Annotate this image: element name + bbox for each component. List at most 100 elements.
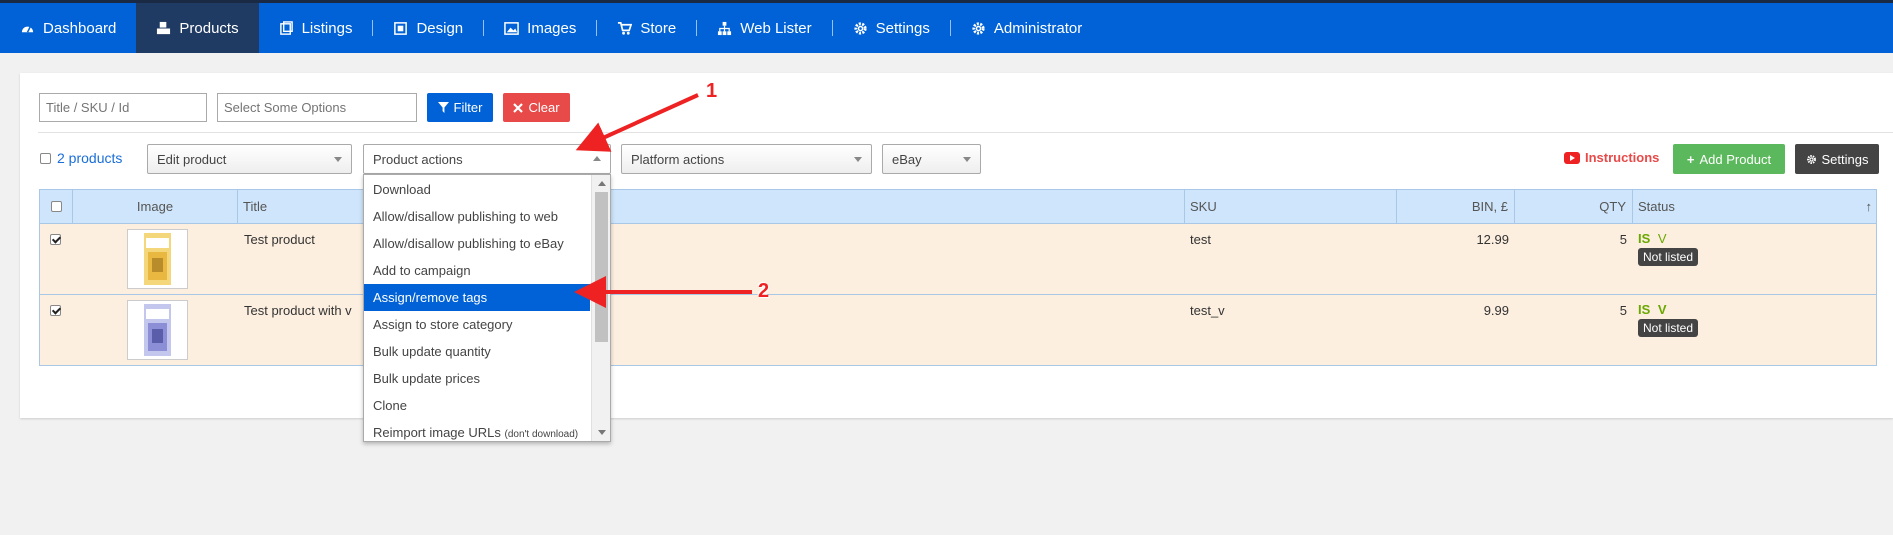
filter-button[interactable]: Filter xyxy=(427,93,493,122)
nav-label: Products xyxy=(179,19,239,37)
filter-button-label: Filter xyxy=(453,100,483,115)
header-bin[interactable]: BIN, £ xyxy=(1397,190,1515,223)
instructions-link[interactable]: Instructions xyxy=(1564,150,1659,165)
nav-dashboard[interactable]: Dashboard xyxy=(0,3,136,53)
top-navbar: Dashboard Products Listings Design Image… xyxy=(0,0,1893,53)
sort-arrow-icon[interactable]: ↑ xyxy=(1866,190,1873,223)
select-all-products-checkbox[interactable] xyxy=(40,153,51,164)
header-status[interactable]: Status ↑ xyxy=(1633,190,1876,223)
nav-label: Design xyxy=(416,19,464,37)
options-select-input[interactable] xyxy=(217,93,417,122)
gear-icon xyxy=(1806,154,1816,164)
platform-actions-select-value: Platform actions xyxy=(631,151,725,167)
status-badge: Not listed xyxy=(1638,319,1699,337)
nav-administrator[interactable]: Administrator xyxy=(951,3,1102,53)
table-row[interactable]: Test product with v test_v 9.99 5 IS V N… xyxy=(40,295,1876,366)
product-status: IS V Not listed xyxy=(1638,231,1699,266)
platform-select[interactable]: eBay xyxy=(882,144,981,174)
clear-button-label: Clear xyxy=(528,100,560,115)
plus-icon: + xyxy=(1686,151,1695,167)
nav-web-lister[interactable]: Web Lister xyxy=(697,3,831,53)
listings-icon xyxy=(279,20,293,35)
dashboard-icon xyxy=(21,25,34,33)
dropdown-item-bulk-prices[interactable]: Bulk update prices xyxy=(364,365,590,392)
scrollbar-thumb[interactable] xyxy=(595,192,608,342)
nav-label: Listings xyxy=(301,19,353,37)
cubes-icon xyxy=(157,21,171,34)
cart-icon xyxy=(618,21,633,35)
product-title[interactable]: Test product xyxy=(244,232,315,247)
nav-label: Settings xyxy=(875,19,930,37)
header-select-all-checkbox[interactable] xyxy=(51,201,62,212)
dropdown-item-assign-tags[interactable]: Assign/remove tags xyxy=(364,284,590,311)
main-nav: Dashboard Products Listings Design Image… xyxy=(0,3,1102,53)
clear-button[interactable]: Clear xyxy=(503,93,570,122)
product-count-link[interactable]: 2 products xyxy=(57,150,122,166)
dropdown-scrollbar[interactable] xyxy=(591,175,610,441)
title-sku-search-input[interactable] xyxy=(39,93,207,122)
product-thumbnail[interactable] xyxy=(127,300,188,360)
chevron-down-icon xyxy=(854,157,862,162)
nav-products[interactable]: Products xyxy=(136,3,259,53)
dropdown-item-download[interactable]: Download xyxy=(364,176,590,203)
youtube-icon xyxy=(1564,151,1580,164)
platform-actions-select[interactable]: Platform actions xyxy=(621,144,872,174)
header-status-label: Status xyxy=(1638,199,1675,214)
gear-icon xyxy=(854,21,867,35)
reimport-note: (don't download) xyxy=(504,429,579,440)
reimport-label: Reimport image URLs xyxy=(373,425,501,440)
dropdown-item-clone[interactable]: Clone xyxy=(364,392,590,419)
product-status: IS V Not listed xyxy=(1638,302,1699,337)
dropdown-item-publish-ebay[interactable]: Allow/disallow publishing to eBay xyxy=(364,230,590,257)
product-title[interactable]: Test product with v xyxy=(244,303,352,318)
row-checkbox[interactable] xyxy=(50,305,61,316)
product-bin-price: 12.99 xyxy=(1476,232,1509,247)
dropdown-item-store-category[interactable]: Assign to store category xyxy=(364,311,590,338)
nav-store[interactable]: Store xyxy=(597,3,696,53)
table-header: Image Title SKU BIN, £ QTY Status ↑ xyxy=(40,190,1876,224)
header-sku[interactable]: SKU xyxy=(1185,190,1397,223)
nav-design[interactable]: Design xyxy=(373,3,483,53)
dropdown-item-add-campaign[interactable]: Add to campaign xyxy=(364,257,590,284)
header-qty[interactable]: QTY xyxy=(1515,190,1633,223)
dropdown-item-reimport-images[interactable]: Reimport image URLs (don't download) xyxy=(364,419,590,446)
platform-select-value: eBay xyxy=(892,151,922,167)
settings-button[interactable]: Settings xyxy=(1795,144,1879,174)
table-row[interactable]: Test product test 12.99 5 IS V Not liste… xyxy=(40,224,1876,295)
product-image-icon xyxy=(144,304,171,356)
nav-images[interactable]: Images xyxy=(484,3,596,53)
settings-button-label: Settings xyxy=(1821,151,1869,167)
dropdown-item-publish-web[interactable]: Allow/disallow publishing to web xyxy=(364,203,590,230)
product-sku: test xyxy=(1190,232,1211,247)
product-bin-price: 9.99 xyxy=(1483,303,1509,318)
product-actions-select[interactable]: Product actions xyxy=(363,144,611,174)
nav-settings[interactable]: Settings xyxy=(833,3,950,53)
chevron-down-icon xyxy=(334,157,342,162)
product-actions-select-value: Product actions xyxy=(373,151,463,167)
add-product-label: Add Product xyxy=(1699,151,1772,167)
dropdown-item-bulk-quantity[interactable]: Bulk update quantity xyxy=(364,338,590,365)
add-product-button[interactable]: + Add Product xyxy=(1673,144,1785,174)
status-v: V xyxy=(1657,302,1667,317)
product-sku: test_v xyxy=(1190,303,1225,318)
annotation-number-1: 1 xyxy=(706,80,718,102)
row-checkbox[interactable] xyxy=(50,234,61,245)
product-thumbnail[interactable] xyxy=(127,229,188,289)
image-icon xyxy=(504,21,519,35)
header-image[interactable]: Image xyxy=(73,190,238,223)
status-v: V xyxy=(1657,231,1667,246)
nav-label: Dashboard xyxy=(43,19,117,37)
close-icon xyxy=(513,102,524,113)
product-qty: 5 xyxy=(1619,232,1627,247)
edit-product-select[interactable]: Edit product xyxy=(147,144,352,174)
product-actions-dropdown[interactable]: Download Allow/disallow publishing to we… xyxy=(363,174,611,442)
status-is: IS xyxy=(1638,231,1651,246)
edit-product-select-value: Edit product xyxy=(157,151,227,167)
nav-listings[interactable]: Listings xyxy=(259,3,373,53)
nav-label: Images xyxy=(527,19,577,37)
scroll-down-icon[interactable] xyxy=(598,430,606,435)
annotation-number-2: 2 xyxy=(758,280,770,302)
product-image-icon xyxy=(144,233,171,285)
instructions-label: Instructions xyxy=(1585,150,1660,165)
scroll-up-icon[interactable] xyxy=(598,181,606,186)
